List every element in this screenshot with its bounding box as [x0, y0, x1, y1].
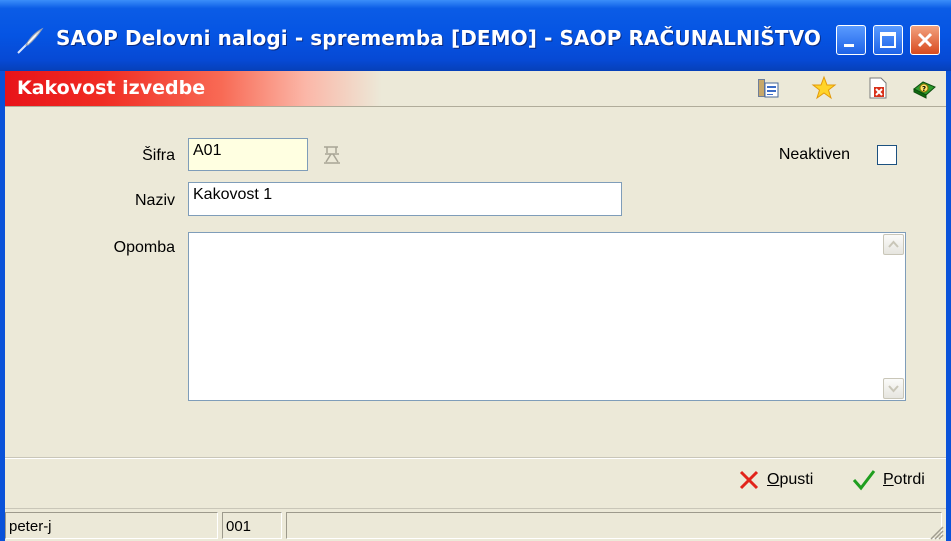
checkmark-icon	[852, 470, 876, 491]
maximize-button[interactable]	[873, 25, 903, 55]
opomba-label: Opomba	[113, 239, 175, 256]
delete-document-icon[interactable]	[865, 75, 891, 101]
cancel-button[interactable]: Opusti	[737, 464, 813, 496]
status-user: peter-j	[5, 512, 218, 539]
form-client-area: Kakovost izvedbe ? Šifra A01 Neaktiven N…	[5, 71, 946, 541]
cancel-x-icon	[739, 470, 759, 490]
application-window: SAOP Delovni nalogi - sprememba [DEMO] -…	[0, 0, 951, 541]
button-bar-divider-highlight	[5, 458, 946, 459]
neaktiven-label: Neaktiven	[778, 146, 850, 163]
minimize-icon	[844, 44, 854, 47]
naziv-label: Naziv	[134, 192, 175, 209]
neaktiven-checkbox[interactable]	[877, 145, 897, 165]
report-icon[interactable]	[755, 75, 781, 101]
quill-icon	[17, 27, 44, 54]
help-book-icon[interactable]: ?	[911, 75, 937, 101]
window-title: SAOP Delovni nalogi - sprememba [DEMO] -…	[56, 26, 821, 50]
status-bar: peter-j 001	[5, 508, 946, 541]
opomba-textarea[interactable]	[188, 232, 906, 401]
resize-grip-icon[interactable]	[928, 524, 944, 540]
status-extra	[286, 512, 942, 539]
confirm-hotkey: P	[883, 471, 894, 488]
minimize-button[interactable]	[836, 25, 866, 55]
close-icon	[917, 32, 933, 48]
status-code: 001	[222, 512, 282, 539]
cancel-hotkey: O	[767, 471, 780, 488]
header-divider	[5, 106, 946, 107]
star-icon[interactable]	[811, 75, 837, 101]
title-bar[interactable]: SAOP Delovni nalogi - sprememba [DEMO] -…	[0, 0, 951, 71]
lookup-icon[interactable]	[321, 143, 343, 169]
sifra-field[interactable]: A01	[188, 138, 308, 171]
scroll-up-button[interactable]	[883, 234, 904, 255]
scroll-down-button[interactable]	[883, 378, 904, 399]
form-header: Kakovost izvedbe ?	[5, 71, 946, 106]
sifra-label: Šifra	[142, 147, 175, 164]
naziv-field[interactable]: Kakovost 1	[188, 182, 622, 216]
confirm-label: otrdi	[893, 471, 925, 488]
svg-text:?: ?	[922, 85, 926, 93]
cancel-label: pusti	[779, 471, 814, 488]
close-button[interactable]	[910, 25, 940, 55]
maximize-icon	[880, 32, 896, 48]
chevron-up-icon	[888, 240, 899, 248]
form-title: Kakovost izvedbe	[17, 77, 206, 99]
chevron-down-icon	[888, 385, 899, 393]
confirm-button[interactable]: Potrdi	[851, 464, 925, 496]
vertical-scrollbar[interactable]	[882, 234, 904, 399]
